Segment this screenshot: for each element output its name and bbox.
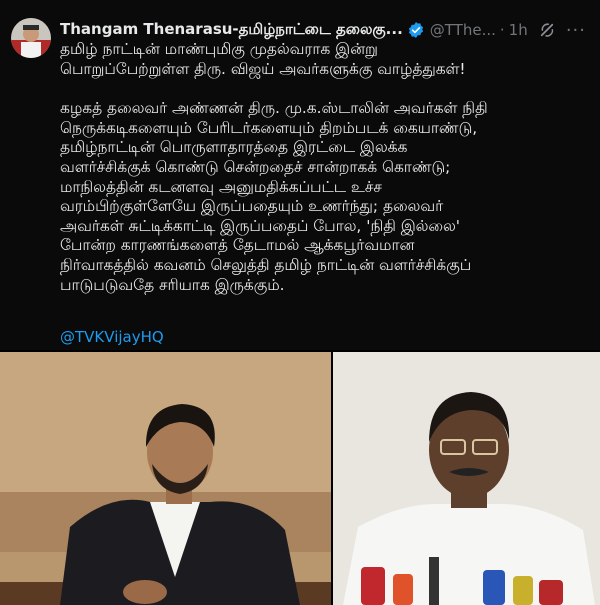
tweet-line: தமிழ்நாட்டின் பொருளாதாரத்தை இரட்டை இலக்க	[60, 138, 408, 157]
tweet-card[interactable]: Thangam Thenarasu-தமிழ்நாட்டை தலைகு... @…	[0, 0, 600, 350]
photo-grid	[0, 352, 600, 605]
more-options-icon[interactable]: ···	[566, 20, 586, 41]
tweet-line: கழகத் தலைவர் அண்ணன் திரு. மு.க.ஸ்டாலின் …	[60, 99, 488, 118]
author-avatar[interactable]	[11, 18, 51, 58]
verified-badge-icon	[407, 21, 425, 39]
screenshot-frame: Thangam Thenarasu-தமிழ்நாட்டை தலைகு... @…	[0, 0, 600, 605]
tweet-line: போன்ற காரணங்களைத் தேடாமல் ஆக்கபூர்வமான	[60, 236, 415, 255]
tweet-line: தமிழ் நாட்டின் மாண்புமிகு முதல்வராக இன்ற…	[60, 40, 378, 58]
photo-right[interactable]	[332, 352, 600, 605]
separator-dot: ·	[499, 21, 505, 39]
mention-link[interactable]: @TVKVijayHQ	[60, 328, 164, 346]
tweet-line: பாடுபடுவதே சரியாக இருக்கும்.	[60, 275, 285, 294]
grok-icon[interactable]	[538, 21, 556, 39]
author-name[interactable]: Thangam Thenarasu-தமிழ்நாட்டை தலைகு...	[60, 20, 403, 40]
tweet-line: நிர்வாகத்தில் கவனம் செலுத்தி தமிழ் நாட்ட…	[60, 255, 472, 274]
tweet-line: அவர்கள் சுட்டிக்காட்டி இருப்பதைப் போல, '…	[60, 216, 461, 235]
tweet-line: மாநிலத்தின் கடனளவு அனுமதிக்கப்பட்ட உச்ச	[60, 177, 382, 196]
tweet-timestamp[interactable]: 1h	[509, 21, 528, 39]
author-handle[interactable]: @TThe...	[430, 21, 496, 39]
tweet-line: வளர்ச்சிக்குக் கொண்டு சென்றதைச் சான்றாகக…	[60, 157, 451, 176]
photo-left[interactable]	[0, 352, 331, 605]
tweet-line: வரம்பிற்குள்ளேயே இருப்பதையும் உணர்ந்து; …	[60, 197, 444, 216]
tweet-header: Thangam Thenarasu-தமிழ்நாட்டை தலைகு... @…	[60, 19, 586, 41]
tweet-line: பொறுப்பேற்றுள்ள திரு. விஜய் அவர்களுக்கு …	[60, 59, 466, 78]
tweet-text: தமிழ் நாட்டின் மாண்புமிகு முதல்வராக இன்ற…	[60, 40, 590, 295]
tweet-line: நெருக்கடிகளையும் பேரிடர்களையும் திறம்படக…	[60, 118, 478, 137]
